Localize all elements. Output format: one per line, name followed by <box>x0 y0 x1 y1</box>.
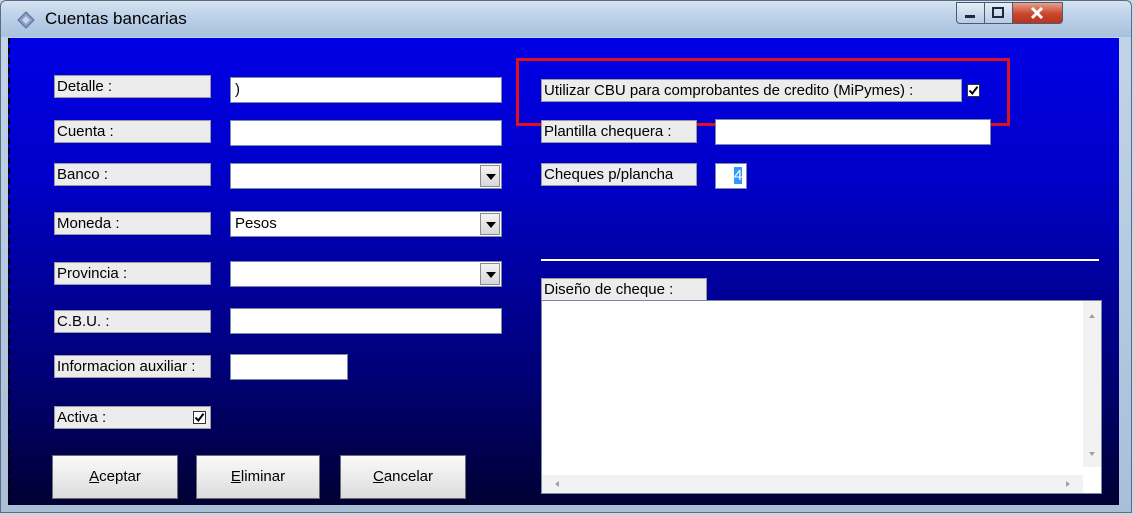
form-area: Detalle : Cuenta : Banco : Moneda : Prov… <box>8 38 1119 505</box>
window: Cuentas bancarias Detalle : Cuenta : Ban… <box>0 0 1132 513</box>
label-plantilla-chequera: Plantilla chequera : <box>541 120 697 143</box>
scroll-up-icon <box>1089 314 1095 318</box>
informacion-auxiliar-input[interactable] <box>230 354 348 380</box>
scroll-right-icon <box>1066 481 1070 487</box>
highlight-box <box>516 58 1010 126</box>
eliminar-button[interactable]: Eliminar <box>196 455 320 499</box>
aceptar-label: ceptar <box>99 468 141 485</box>
provincia-select[interactable] <box>230 261 502 287</box>
banco-select[interactable] <box>230 163 502 189</box>
moneda-value: Pesos <box>235 215 277 232</box>
label-diseno-cheque: Diseño de cheque : <box>541 278 707 301</box>
cbu-input[interactable] <box>230 308 502 334</box>
plantilla-chequera-input[interactable] <box>715 119 991 145</box>
cancelar-button[interactable]: Cancelar <box>340 455 466 499</box>
label-banco: Banco : <box>54 163 211 186</box>
horizontal-scrollbar[interactable] <box>542 475 1083 493</box>
cancelar-label: ancelar <box>383 468 434 485</box>
eliminar-label: liminar <box>240 468 286 485</box>
scroll-down-icon <box>1089 452 1095 456</box>
label-cbu: C.B.U. : <box>54 310 211 333</box>
cancelar-mnemonic: C <box>372 468 384 485</box>
label-detalle: Detalle : <box>54 75 211 98</box>
window-title: Cuentas bancarias <box>45 9 187 28</box>
chevron-down-icon[interactable] <box>480 263 500 285</box>
diseno-cheque-textarea[interactable] <box>541 300 1102 494</box>
label-activa: Activa : <box>54 406 211 429</box>
diamond-app-icon <box>17 11 35 29</box>
vertical-scrollbar[interactable] <box>1083 301 1101 467</box>
title-bar[interactable]: Cuentas bancarias <box>1 1 1131 37</box>
cuenta-input[interactable] <box>230 120 502 146</box>
activa-checkbox[interactable] <box>193 411 206 424</box>
label-moneda: Moneda : <box>54 212 211 235</box>
maximize-button[interactable] <box>985 2 1013 24</box>
minimize-icon <box>965 15 975 18</box>
label-informacion-auxiliar: Informacion auxiliar : <box>54 355 211 378</box>
divider <box>541 259 1099 261</box>
chevron-down-icon[interactable] <box>480 213 500 235</box>
cheques-plancha-input[interactable]: 4 <box>715 163 747 189</box>
checkmark-icon <box>194 413 205 423</box>
chevron-down-icon[interactable] <box>480 165 500 187</box>
moneda-select[interactable]: Pesos <box>230 211 502 237</box>
label-provincia: Provincia : <box>54 262 211 285</box>
eliminar-mnemonic: E <box>230 468 241 485</box>
detalle-input[interactable]: ) <box>230 77 502 103</box>
label-cuenta: Cuenta : <box>54 120 211 143</box>
minimize-button[interactable] <box>956 2 985 24</box>
scroll-left-icon <box>555 481 559 487</box>
cheques-plancha-value: 4 <box>734 167 743 184</box>
maximize-icon <box>992 7 1004 18</box>
close-icon <box>1030 6 1044 20</box>
close-button[interactable] <box>1013 2 1063 24</box>
aceptar-mnemonic: A <box>89 468 100 485</box>
label-cheques-plancha: Cheques p/plancha <box>541 163 697 186</box>
aceptar-button[interactable]: Aceptar <box>52 455 178 499</box>
